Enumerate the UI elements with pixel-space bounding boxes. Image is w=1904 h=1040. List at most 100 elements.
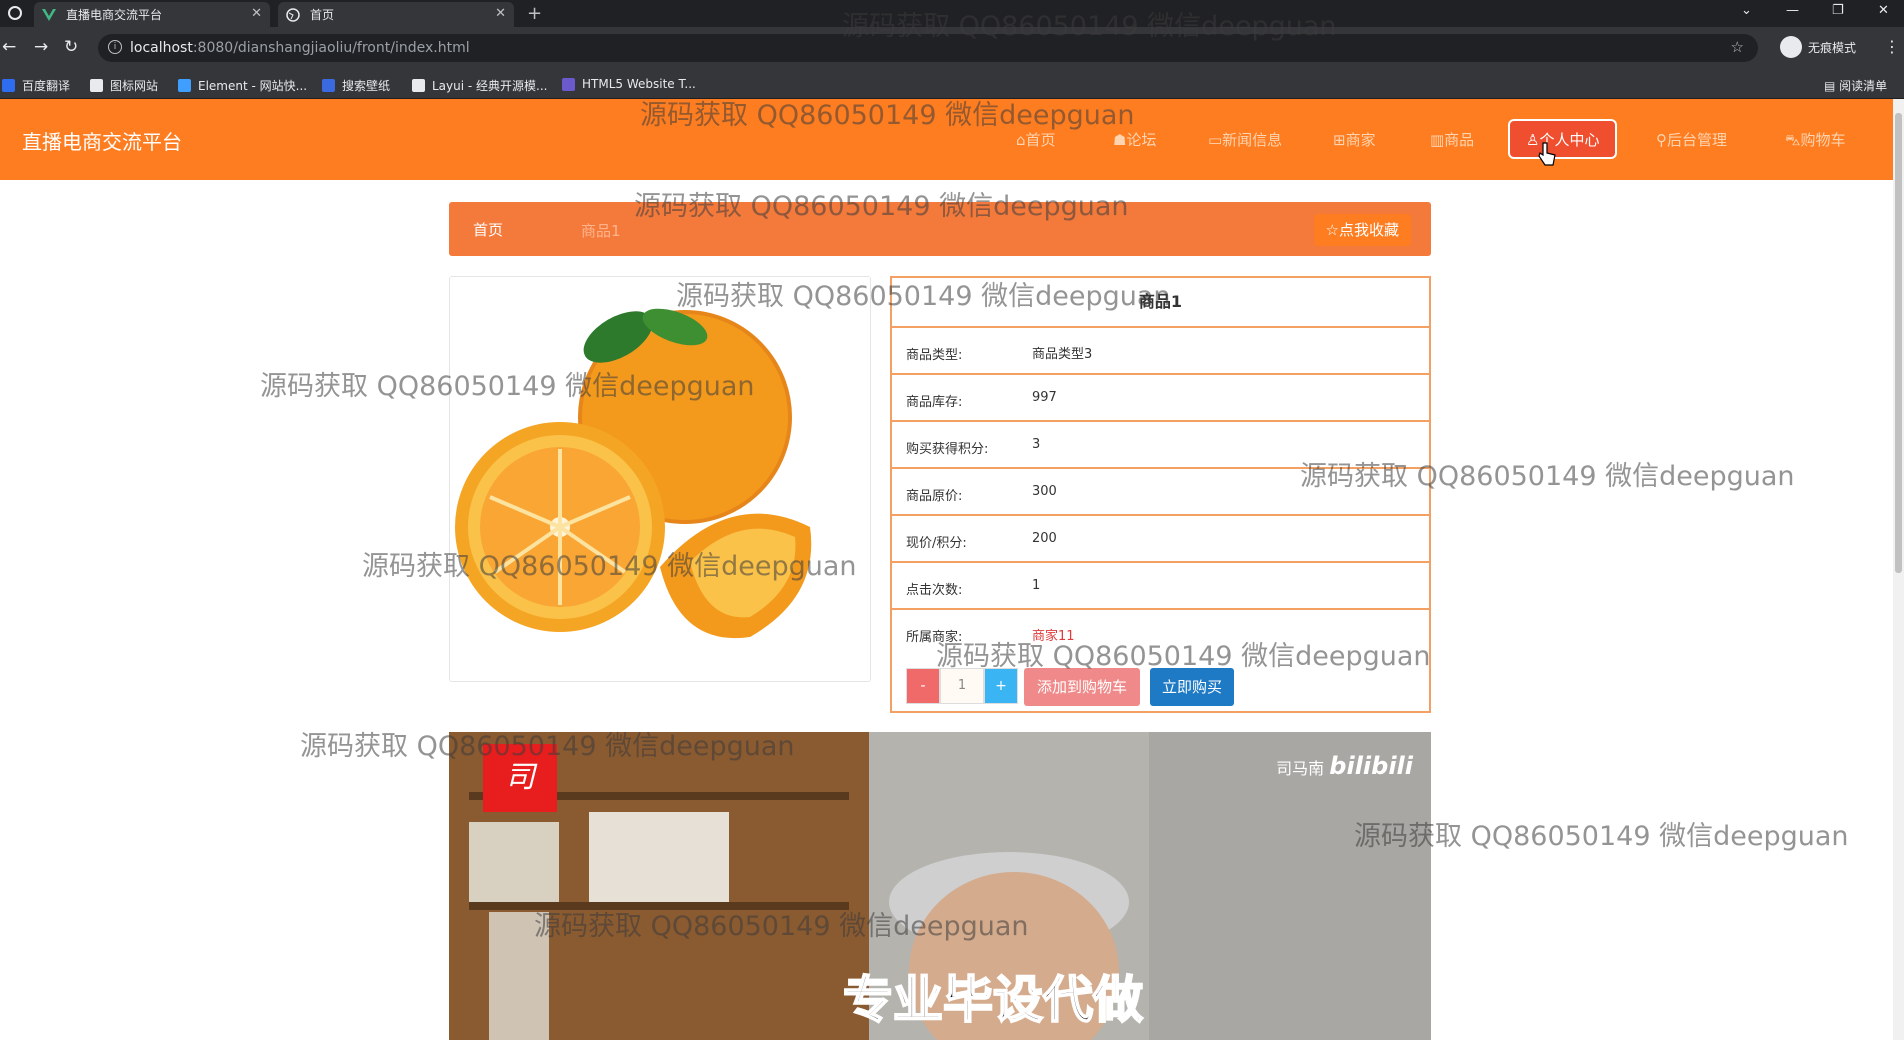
site-title[interactable]: 直播电商交流平台: [22, 126, 182, 155]
detail-value: 300: [1032, 484, 1057, 499]
nav-merchants[interactable]: ⊞商家: [1333, 129, 1376, 150]
site-header: 直播电商交流平台 ⌂首页 ☗论坛 ▭新闻信息 ⊞商家 ▥商品 ♙个人中心 ⚲后台…: [0, 99, 1893, 180]
bookmark-item[interactable]: Element - 网站快...: [178, 77, 307, 94]
detail-label: 商品原价:: [906, 489, 963, 504]
translate-icon: [2, 79, 15, 92]
detail-value: 商品类型3: [1032, 347, 1093, 362]
tab-title: 直播电商交流平台: [66, 8, 163, 22]
detail-row: 商品类型: 商品类型3: [892, 328, 1429, 375]
detail-row: 所属商家: 商家11: [892, 610, 1429, 657]
bookmark-star-icon[interactable]: ☆: [1731, 38, 1744, 56]
forward-icon[interactable]: →: [34, 37, 48, 57]
nav-news[interactable]: ▭新闻信息: [1208, 129, 1282, 150]
decrease-quantity-button[interactable]: -: [906, 668, 940, 704]
tab-home[interactable]: 首页 ✕: [278, 2, 514, 27]
detail-row: 现价/积分: 200: [892, 516, 1429, 563]
channel-logo: 司: [483, 744, 557, 812]
bookmark-label: 搜索壁纸: [342, 79, 391, 93]
tab-platform[interactable]: 直播电商交流平台 ✕: [34, 2, 270, 27]
html5-icon: [562, 77, 575, 91]
tab-search-icon[interactable]: ⌄: [1741, 3, 1752, 18]
breadcrumb-current: 商品1: [581, 222, 621, 240]
browser-logo-icon: [8, 6, 22, 20]
reading-list-label: 阅读清单: [1839, 79, 1888, 93]
menu-icon[interactable]: ⋮: [1884, 37, 1900, 56]
video-player[interactable]: 司 司马南 bilibili 专业毕设代做: [449, 732, 1431, 1040]
detail-row: 商品库存: 997: [892, 375, 1429, 422]
add-to-cart-button[interactable]: 添加到购物车: [1024, 668, 1140, 706]
bookmark-item[interactable]: 图标网站: [90, 77, 158, 94]
quantity-stepper: - 1 +: [906, 668, 1018, 704]
merchant-link[interactable]: 商家11: [1032, 625, 1075, 644]
quantity-input[interactable]: 1: [940, 668, 984, 704]
incognito-label: 无痕模式: [1808, 40, 1857, 55]
layui-icon: [412, 79, 425, 92]
detail-label: 商品库存:: [906, 395, 963, 410]
close-tab-icon[interactable]: ✕: [251, 6, 262, 21]
bookmark-item[interactable]: HTML5 Website T...: [562, 77, 696, 91]
bookmark-item[interactable]: 百度翻译: [2, 77, 70, 94]
detail-row: 商品原价: 300: [892, 469, 1429, 516]
bookmark-label: Layui - 经典开源模...: [432, 79, 548, 93]
bookmarks-bar: 百度翻译 图标网站 Element - 网站快... 搜索壁纸 Layui - …: [0, 69, 1904, 99]
detail-value: 1: [1032, 578, 1041, 593]
channel-name: 司马南: [1276, 759, 1325, 778]
restore-icon[interactable]: ❐: [1832, 3, 1844, 18]
bookmark-label: HTML5 Website T...: [582, 77, 696, 91]
breadcrumb-home[interactable]: 首页: [473, 219, 503, 240]
platform-name: bilibili: [1329, 752, 1413, 780]
detail-label: 购买获得积分:: [906, 442, 989, 457]
nav-admin[interactable]: ⚲后台管理: [1656, 129, 1727, 150]
info-icon[interactable]: i: [108, 40, 122, 54]
close-tab-icon[interactable]: ✕: [495, 6, 506, 21]
back-icon[interactable]: ←: [2, 37, 16, 57]
tab-bar: 直播电商交流平台 ✕ 首页 ✕ + ⌄ — ❐ ✕: [0, 0, 1904, 27]
close-window-icon[interactable]: ✕: [1878, 3, 1889, 18]
address-bar-row: ← → ↻ i localhost:8080/dianshangjiaoliu/…: [0, 27, 1904, 69]
detail-value: 997: [1032, 390, 1057, 405]
url-input[interactable]: i localhost:8080/dianshangjiaoliu/front/…: [98, 34, 1758, 62]
detail-label: 点击次数:: [906, 583, 963, 598]
reload-icon[interactable]: ↻: [64, 37, 78, 57]
detail-value: 200: [1032, 531, 1057, 546]
increase-quantity-button[interactable]: +: [984, 668, 1018, 704]
wallpaper-icon: [322, 79, 335, 92]
incognito-indicator[interactable]: 无痕模式: [1780, 36, 1856, 58]
hand-cursor-icon: [1538, 142, 1556, 166]
nav-forum[interactable]: ☗论坛: [1113, 129, 1156, 150]
browser-window: 直播电商交流平台 ✕ 首页 ✕ + ⌄ — ❐ ✕ ← → ↻ i localh…: [0, 0, 1904, 1040]
product-image: [449, 276, 871, 682]
new-tab-button[interactable]: +: [527, 3, 542, 24]
minimize-icon[interactable]: —: [1786, 3, 1799, 18]
incognito-icon: [1780, 36, 1802, 58]
bookmark-item[interactable]: 搜索壁纸: [322, 77, 390, 94]
reading-list-button[interactable]: ▤ 阅读清单: [1824, 77, 1887, 94]
bookmark-label: Element - 网站快...: [198, 79, 308, 93]
favorite-button[interactable]: ☆点我收藏: [1313, 214, 1411, 246]
nav-home[interactable]: ⌂首页: [1016, 129, 1056, 150]
bookmark-item[interactable]: Layui - 经典开源模...: [412, 77, 547, 94]
nav-personal-center[interactable]: ♙个人中心: [1508, 119, 1618, 159]
nav-products[interactable]: ▥商品: [1430, 129, 1474, 150]
detail-row: 点击次数: 1: [892, 563, 1429, 610]
detail-label: 现价/积分:: [906, 536, 967, 551]
vue-icon: [42, 8, 56, 22]
page-scrollbar[interactable]: [1893, 99, 1904, 1040]
tab-title: 首页: [310, 8, 335, 22]
product-detail: 商品1 商品类型: 商品类型3 商品库存: 997 购买获得积分: 3 商品原价: 30…: [890, 276, 1431, 713]
product-title: 商品1: [892, 278, 1429, 328]
detail-row: 购买获得积分: 3: [892, 422, 1429, 469]
flag-icon: [90, 79, 103, 92]
video-watermark: 司马南 bilibili: [1276, 752, 1413, 780]
detail-value: 3: [1032, 437, 1041, 452]
url-text: localhost:8080/dianshangjiaoliu/front/in…: [130, 40, 470, 56]
bookmark-label: 百度翻译: [22, 79, 71, 93]
nav-cart[interactable]: ⛍购物车: [1785, 129, 1845, 151]
breadcrumb: 首页 商品1 ☆点我收藏: [449, 202, 1431, 256]
scrollbar-thumb[interactable]: [1895, 113, 1902, 573]
globe-icon: [286, 7, 300, 22]
buy-now-button[interactable]: 立即购买: [1150, 668, 1234, 706]
bookmark-label: 图标网站: [110, 79, 159, 93]
element-icon: [178, 79, 191, 92]
video-caption: 专业毕设代做: [842, 970, 1144, 1030]
